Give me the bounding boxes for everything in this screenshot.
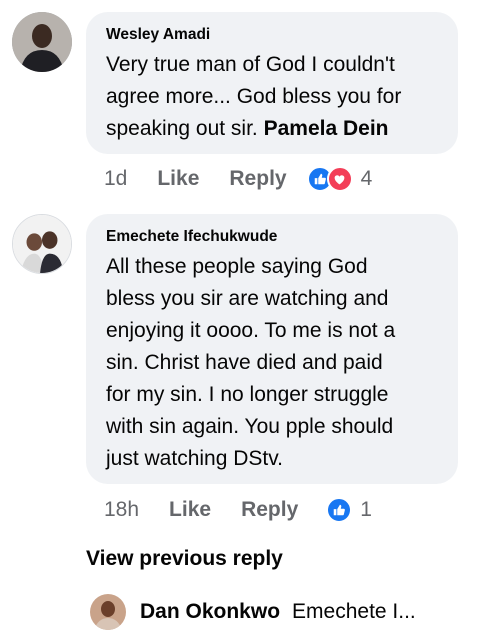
reply-button[interactable]: Reply (241, 498, 298, 522)
comment-line-text: speaking out sir. (106, 117, 258, 140)
reaction-summary[interactable]: 1 (326, 497, 372, 523)
comment-author[interactable]: Emechete Ifechukwude (106, 227, 438, 247)
reply-preview[interactable]: Dan Okonkwo Emechete I... (90, 594, 416, 630)
comment-timestamp[interactable]: 1d (104, 167, 127, 191)
comment-author[interactable]: Wesley Amadi (106, 25, 438, 45)
comment-line: just watching DStv. (106, 447, 284, 470)
comment-line: with sin again. You pple should (106, 415, 394, 438)
like-button[interactable]: Like (157, 167, 199, 191)
comment-line: for my sin. I no longer struggle (106, 383, 389, 406)
comment-text: All these people saying God bless you si… (106, 251, 438, 475)
reaction-summary[interactable]: 4 (306, 166, 373, 192)
comment-line: sin. Christ have died and paid (106, 351, 383, 374)
avatar-emechete-ifechukwude[interactable] (12, 214, 72, 274)
comment-timestamp[interactable]: 18h (104, 498, 139, 522)
reply-preview-text: Emechete I... (292, 600, 416, 623)
comment-line: enjoying it oooo. To me is not a (106, 319, 396, 342)
comment-line: speaking out sir. Pamela Dein (106, 113, 438, 145)
avatar-dan-okonkwo[interactable] (90, 594, 126, 630)
like-button[interactable]: Like (169, 498, 211, 522)
comment-line: bless you sir are watching and (106, 287, 389, 310)
reaction-count: 1 (360, 498, 372, 521)
comment-text: Very true man of God I couldn't agree mo… (106, 49, 438, 145)
comment-bubble: Wesley Amadi Very true man of God I coul… (86, 12, 458, 154)
comment-line: All these people saying God (106, 255, 368, 278)
reply-author[interactable]: Dan Okonkwo (140, 600, 280, 624)
tagged-user[interactable]: Pamela Dein (264, 117, 389, 140)
avatar-wesley-amadi[interactable] (12, 12, 72, 72)
reply-button[interactable]: Reply (229, 167, 286, 191)
avatar-image (12, 12, 72, 72)
love-reaction-icon (326, 166, 353, 192)
comment-actions: 18h Like Reply 1 (104, 497, 372, 523)
reaction-count: 4 (360, 167, 373, 190)
view-previous-reply-link[interactable]: View previous reply (86, 547, 283, 571)
avatar-image (13, 215, 71, 273)
comment-actions: 1d Like Reply 4 (104, 166, 372, 192)
comment-bubble: Emechete Ifechukwude All these people sa… (86, 214, 458, 484)
comment-line: Very true man of God I couldn't (106, 53, 395, 76)
like-reaction-icon (326, 497, 353, 523)
comment-line: agree more... God bless you for (106, 85, 402, 108)
avatar-image (90, 594, 126, 630)
